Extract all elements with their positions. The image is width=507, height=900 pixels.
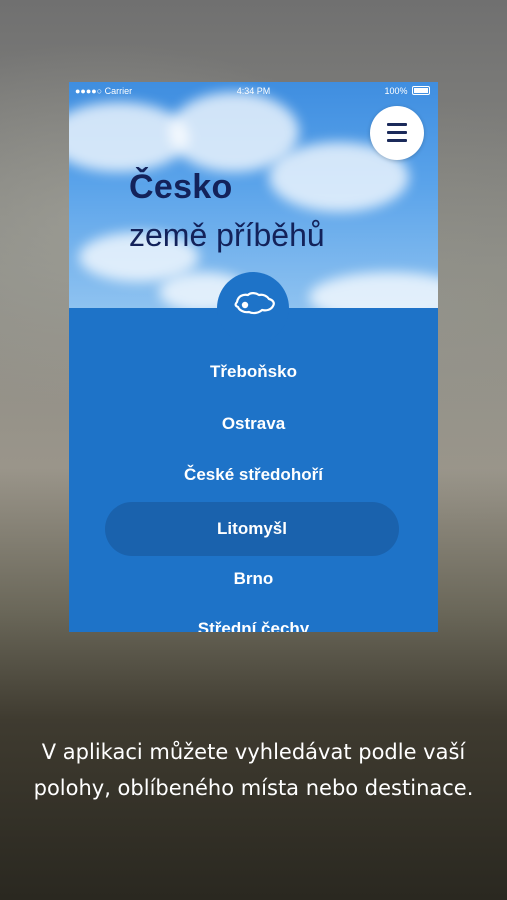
region-item-trebonsko[interactable]: Třeboňsko: [69, 362, 438, 382]
region-item-litomysl[interactable]: Litomyšl: [105, 502, 399, 556]
czech-map-icon: [234, 292, 275, 315]
hamburger-menu-icon-line: [387, 139, 407, 142]
region-item-ceske-stredohori[interactable]: České středohoří: [69, 465, 438, 485]
region-item-brno[interactable]: Brno: [69, 569, 438, 589]
menu-button[interactable]: [370, 106, 424, 160]
battery-icon: [412, 86, 430, 95]
battery-status: 100%: [384, 86, 430, 96]
feature-caption: V aplikaci můžete vyhledávat podle vaší …: [33, 740, 474, 800]
battery-percent: 100%: [384, 86, 408, 96]
status-bar: ●●●●○ Carrier 4:34 PM 100%: [69, 82, 438, 100]
hamburger-menu-icon: [387, 123, 407, 126]
app-title: Česko: [129, 168, 233, 206]
app-subtitle: země příběhů: [129, 217, 325, 253]
region-item-stredni-cechy[interactable]: Střední čechy: [69, 619, 438, 632]
hamburger-menu-icon-line: [387, 131, 407, 134]
status-time: 4:34 PM: [236, 86, 271, 96]
region-item-ostrava[interactable]: Ostrava: [69, 414, 438, 434]
app-screenshot: ●●●●○ Carrier 4:34 PM 100% Česko země př…: [69, 82, 438, 632]
